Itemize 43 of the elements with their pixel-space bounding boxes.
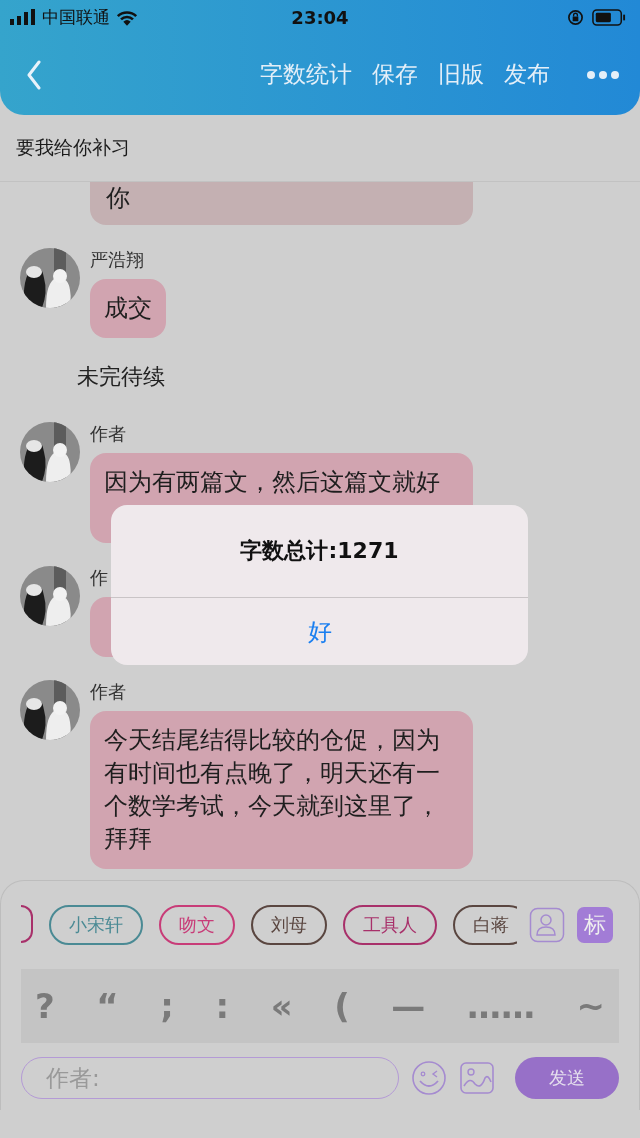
punctuation-key[interactable]: ~: [570, 986, 611, 1026]
wifi-icon: [116, 8, 138, 26]
punctuation-key[interactable]: ;: [154, 986, 180, 1026]
mark-button[interactable]: 标: [577, 907, 613, 943]
punctuation-key[interactable]: ……: [460, 986, 541, 1026]
chapter-title: 要我给你补习: [16, 135, 130, 160]
message-bubble: 你: [90, 182, 473, 225]
person-icon[interactable]: [529, 907, 565, 943]
image-icon[interactable]: [459, 1060, 495, 1096]
punctuation-key[interactable]: (: [328, 986, 356, 1026]
character-tag[interactable]: [21, 905, 33, 943]
character-tag[interactable]: 工具人: [343, 905, 437, 945]
back-icon[interactable]: [26, 59, 42, 90]
punctuation-key[interactable]: —: [385, 986, 432, 1026]
battery-icon: [592, 8, 626, 26]
sender-name: 作: [90, 566, 108, 590]
punctuation-key[interactable]: «: [264, 986, 299, 1026]
punctuation-key[interactable]: :: [209, 986, 236, 1026]
ok-button[interactable]: 好: [111, 598, 528, 665]
emoji-icon[interactable]: [411, 1060, 447, 1096]
punctuation-key[interactable]: “: [90, 986, 125, 1026]
character-tag[interactable]: 吻文: [159, 905, 235, 945]
nav-action[interactable]: 保存: [364, 55, 426, 94]
dialog-title: 字数总计:1271: [111, 505, 528, 598]
nav-action[interactable]: 旧版: [430, 55, 492, 94]
rotation-lock-icon: [567, 8, 584, 26]
message-bubble: 今天结尾结得比较的仓促，因为有时间也有点晚了，明天还有一个数学考试，今天就到这里了，拜拜: [90, 711, 473, 869]
message-bubble: 成交: [90, 279, 166, 338]
narration-text: 未完待续: [76, 363, 166, 391]
character-tag[interactable]: 小宋轩: [49, 905, 143, 945]
signal-icon: [10, 9, 36, 25]
send-button[interactable]: 发送: [515, 1057, 619, 1099]
sender-name: 作者: [90, 680, 126, 704]
carrier-name: 中国联通: [42, 5, 110, 29]
nav-action[interactable]: 字数统计: [252, 55, 360, 94]
nav-action[interactable]: 发布: [496, 55, 558, 94]
more-icon[interactable]: [586, 69, 620, 80]
sender-name: 严浩翔: [90, 248, 144, 272]
punctuation-key[interactable]: ?: [29, 986, 61, 1026]
character-tag[interactable]: 白蒋: [453, 905, 517, 945]
character-tag[interactable]: 刘母: [251, 905, 327, 945]
sender-name: 作者: [90, 422, 126, 446]
clock-time: 23:04: [291, 6, 349, 28]
